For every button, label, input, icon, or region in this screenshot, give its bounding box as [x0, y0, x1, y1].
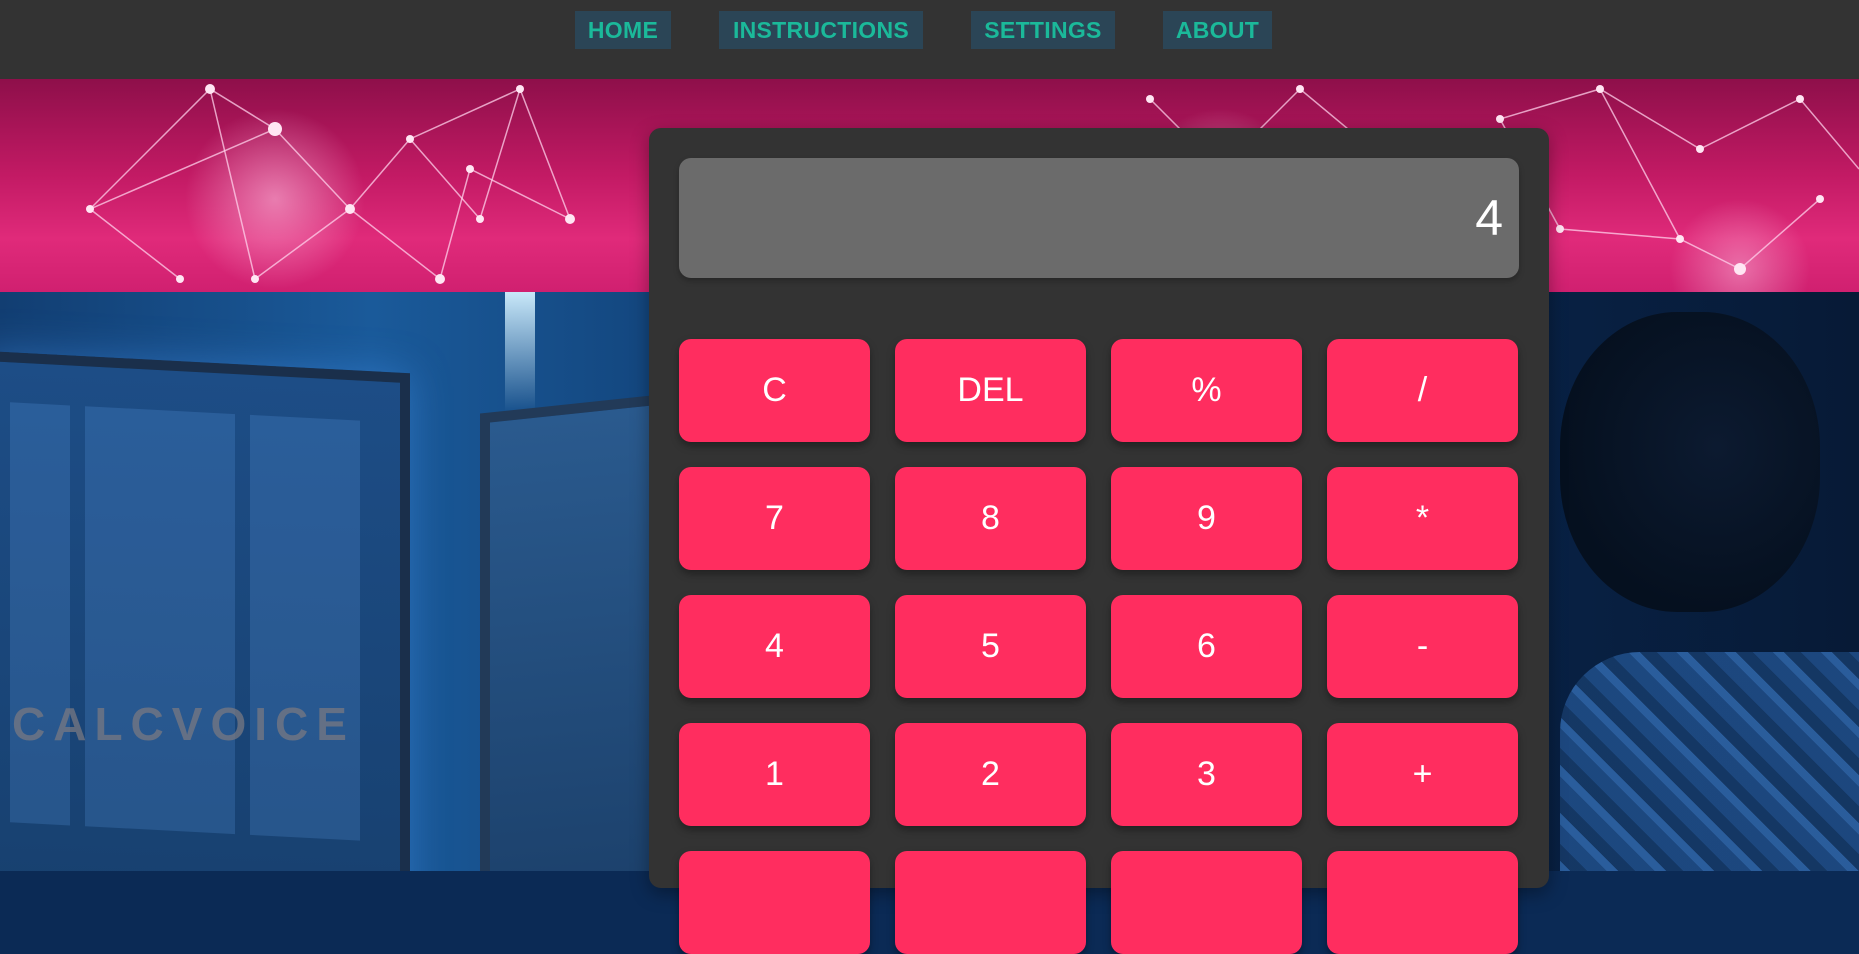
digit-7-button[interactable]: 7 — [679, 467, 870, 570]
digit-8-button[interactable]: 8 — [895, 467, 1086, 570]
percent-button[interactable]: % — [1111, 339, 1302, 442]
add-button[interactable]: + — [1327, 723, 1518, 826]
subtract-button[interactable]: - — [1327, 595, 1518, 698]
nav-instructions-link[interactable]: INSTRUCTIONS — [719, 11, 923, 49]
nav-home-link[interactable]: HOME — [575, 11, 671, 49]
key-row5-col4-button[interactable] — [1327, 851, 1518, 954]
digit-1-button[interactable]: 1 — [679, 723, 870, 826]
calculator: 4 C DEL % / 7 8 9 * 4 5 6 - 1 2 3 + — [649, 128, 1549, 954]
digit-4-button[interactable]: 4 — [679, 595, 870, 698]
light-glow — [505, 292, 535, 412]
person-shirt-graphic — [1560, 652, 1859, 871]
nav-settings-link[interactable]: SETTINGS — [971, 11, 1115, 49]
calcvoice-watermark: CALCVOICE — [12, 698, 355, 750]
key-row5-col3-button[interactable] — [1111, 851, 1302, 954]
clear-button[interactable]: C — [679, 339, 870, 442]
digit-3-button[interactable]: 3 — [1111, 723, 1302, 826]
monitor-left-graphic — [0, 350, 410, 871]
key-row5-col1-button[interactable] — [679, 851, 870, 954]
nav-about-link[interactable]: ABOUT — [1163, 11, 1272, 49]
multiply-button[interactable]: * — [1327, 467, 1518, 570]
digit-6-button[interactable]: 6 — [1111, 595, 1302, 698]
digit-5-button[interactable]: 5 — [895, 595, 1086, 698]
digit-2-button[interactable]: 2 — [895, 723, 1086, 826]
digit-9-button[interactable]: 9 — [1111, 467, 1302, 570]
divide-button[interactable]: / — [1327, 339, 1518, 442]
key-row5-col2-button[interactable] — [895, 851, 1086, 954]
person-head-graphic — [1560, 312, 1820, 612]
top-nav: HOME INSTRUCTIONS SETTINGS ABOUT — [0, 0, 1859, 79]
delete-button[interactable]: DEL — [895, 339, 1086, 442]
calculator-display: 4 — [679, 158, 1519, 278]
